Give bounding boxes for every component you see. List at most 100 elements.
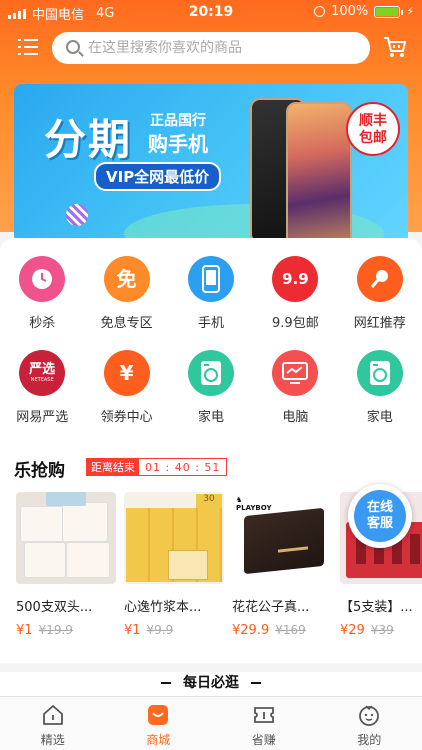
product-price: ¥1 ¥19.9 <box>16 623 116 638</box>
category-item[interactable]: 网红推荐 <box>338 256 422 350</box>
category-glyph-sub: NETEASE <box>30 377 54 383</box>
flash-sale-header: 乐抢购 距离结束 01 : 40 : 51 <box>14 456 414 481</box>
banner-headline: 分期 <box>44 115 133 164</box>
phone-image-front <box>286 102 352 244</box>
category-row: 严选 NETEASE 网易严选 ¥ 领券中心 家电 电脑 家电 <box>0 350 422 444</box>
category-grid: 秒杀免免息专区 手机 9.9 9.9包邮 网红推荐 严选 NETEASE 网易严选 ¥ 领券中心家… <box>0 256 422 444</box>
price-old: ¥9.9 <box>146 623 174 637</box>
price-now: ¥29.9 <box>232 623 270 638</box>
search-input[interactable] <box>88 32 358 64</box>
tab-featured[interactable]: 精选 <box>0 697 106 750</box>
search-bar[interactable] <box>52 32 370 64</box>
category-label: 9.9包邮 <box>272 316 319 331</box>
category-item[interactable]: ¥ 领券中心 <box>84 350 168 444</box>
product-card[interactable]: 30 心逸竹浆本... ¥1 ¥9.9 <box>124 492 224 652</box>
profile-face-icon <box>359 705 380 726</box>
category-item[interactable]: 严选 NETEASE 网易严选 <box>0 350 84 444</box>
product-card[interactable]: 500支双头... ¥1 ¥19.9 <box>16 492 116 652</box>
price-old: ¥39 <box>370 623 394 637</box>
product-name: 心逸竹浆本... <box>124 600 202 615</box>
category-item[interactable]: 家电 <box>169 350 253 444</box>
playboy-logo: ♞ PLAYBOY <box>236 496 272 512</box>
category-label: 家电 <box>197 410 224 425</box>
menu-icon[interactable] <box>18 38 38 56</box>
tab-label: 精选 <box>40 733 65 747</box>
product-name: 500支双头... <box>16 600 93 615</box>
customer-service-button[interactable]: 在线客服 <box>348 484 412 548</box>
shop-bag-icon <box>148 705 169 725</box>
category-item[interactable]: 家电 <box>338 350 422 444</box>
product-card[interactable]: ♞ PLAYBOY 花花公子真... ¥29.9 ¥169 <box>232 492 332 652</box>
microphone-icon <box>356 256 403 302</box>
category-label: 领券中心 <box>100 410 153 425</box>
netease-yanxuan-icon: 严选 NETEASE <box>19 350 66 396</box>
product-name: 【5支装】... <box>340 600 413 615</box>
category-glyph: 严选 <box>29 362 56 377</box>
product-image-cotton-swabs <box>16 492 116 584</box>
category-item[interactable]: 手机 <box>169 256 253 350</box>
category-glyph: ¥ <box>119 361 134 385</box>
daily-section-header: 每日必逛 <box>0 672 422 696</box>
category-label: 秒杀 <box>29 316 56 331</box>
status-right: 100% ⚡ <box>314 4 414 19</box>
countdown-time: 01 : 40 : 51 <box>145 461 221 474</box>
banner-badge: 顺丰包邮 <box>346 102 400 156</box>
category-label: 家电 <box>366 410 393 425</box>
washing-machine-icon <box>187 350 234 396</box>
battery-percent: 100% <box>331 4 369 19</box>
free-interest-icon: 免 <box>103 256 150 302</box>
product-name: 花花公子真... <box>232 600 310 615</box>
price-now: ¥1 <box>16 623 33 638</box>
category-label: 手机 <box>197 316 224 331</box>
product-image-tissues: 30 <box>124 492 224 584</box>
product-price: ¥29 ¥39 <box>340 623 422 638</box>
main-panel: 秒杀免免息专区 手机 9.9 9.9包邮 网红推荐 严选 NETEASE 网易严选 ¥ 领券中心家… <box>0 238 422 663</box>
banner-pill: VIP全网最低价 <box>94 162 222 191</box>
orientation-lock-icon <box>314 6 326 17</box>
category-glyph: 9.9 <box>282 270 309 288</box>
coupon-ticket-icon <box>253 707 274 723</box>
category-item[interactable]: 9.9 9.9包邮 <box>253 256 337 350</box>
home-icon <box>42 705 63 725</box>
divider <box>161 681 171 684</box>
phone-icon <box>187 256 234 302</box>
bottom-tab-bar: 精选 商城 省赚 我的 <box>0 696 422 750</box>
category-item[interactable]: 免免息专区 <box>84 256 168 350</box>
category-item[interactable]: 秒杀 <box>0 256 84 350</box>
countdown: 距离结束 01 : 40 : 51 <box>86 458 228 476</box>
top-bar <box>0 30 422 66</box>
price-old: ¥169 <box>275 623 306 637</box>
banner-badge-text: 顺丰包邮 <box>359 113 387 146</box>
countdown-label: 距离结束 <box>87 459 139 475</box>
divider <box>251 681 261 684</box>
price-now: ¥1 <box>124 623 141 638</box>
charging-icon: ⚡ <box>406 5 414 18</box>
category-label: 免息专区 <box>100 316 153 331</box>
category-row: 秒杀免免息专区 手机 9.9 9.9包邮 网红推荐 <box>0 256 422 350</box>
daily-section-title: 每日必逛 <box>183 675 239 691</box>
washing-machine-icon <box>356 350 403 396</box>
promo-banner[interactable]: 分期 正品国行 购手机 VIP全网最低价 顺丰包邮 <box>14 84 408 244</box>
tab-mall[interactable]: 商城 <box>106 697 212 750</box>
status-bar: 中国电信 4G 20:19 100% ⚡ <box>0 0 422 24</box>
battery-icon <box>374 5 404 18</box>
product-image-wallet: ♞ PLAYBOY <box>232 492 332 584</box>
tab-profile[interactable]: 我的 <box>317 697 422 750</box>
category-label: 电脑 <box>282 410 309 425</box>
product-price: ¥1 ¥9.9 <box>124 623 224 638</box>
category-label: 网易严选 <box>16 410 69 425</box>
monitor-icon <box>272 350 319 396</box>
category-label: 网红推荐 <box>353 316 406 331</box>
search-icon <box>66 40 80 54</box>
customer-service-bubble: 在线客服 <box>354 490 406 542</box>
product-price: ¥29.9 ¥169 <box>232 623 332 638</box>
category-item[interactable]: 电脑 <box>253 350 337 444</box>
price-now: ¥29 <box>340 623 365 638</box>
tab-save-earn[interactable]: 省赚 <box>211 697 317 750</box>
tab-label: 省赚 <box>251 733 276 747</box>
banner-line1: 正品国行 <box>150 113 206 129</box>
price-old: ¥19.9 <box>38 623 73 637</box>
tab-label: 我的 <box>357 733 382 747</box>
cart-icon[interactable] <box>382 34 408 60</box>
flash-sale-title: 乐抢购 <box>14 461 65 481</box>
